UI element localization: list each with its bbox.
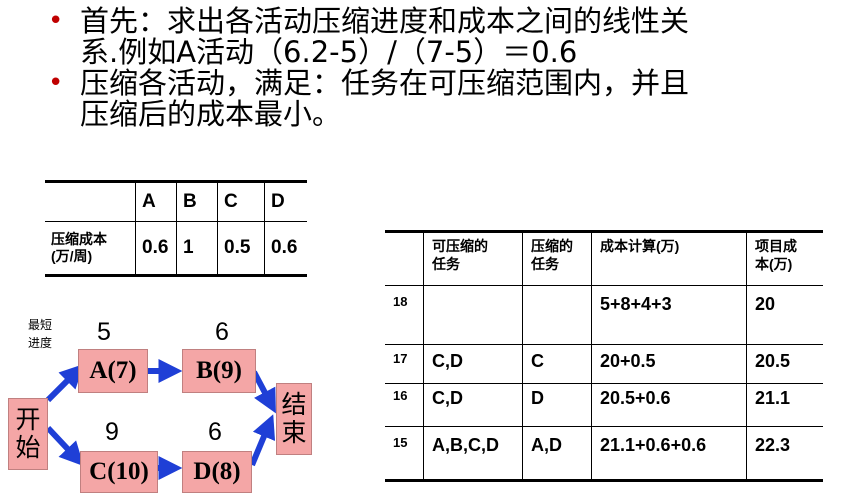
duration-c: 9 — [105, 418, 119, 446]
duration-b: 6 — [215, 318, 229, 346]
arrow-start-c — [45, 425, 84, 467]
end-char-1: 结 — [281, 390, 307, 419]
arrow-b-end — [251, 370, 276, 414]
duration-d: 6 — [208, 418, 222, 446]
end-char-2: 束 — [281, 418, 307, 447]
start-node: 开 始 — [8, 398, 48, 470]
network-arrows — [45, 359, 276, 480]
activity-b-node: B(9) — [182, 349, 256, 393]
end-node: 结 束 — [276, 383, 312, 455]
activity-d-node: D(8) — [182, 451, 252, 493]
start-char-2: 始 — [15, 433, 41, 462]
start-char-1: 开 — [15, 405, 41, 434]
duration-a: 5 — [97, 318, 111, 346]
activity-a-node: A(7) — [78, 349, 148, 393]
arrow-start-a — [45, 364, 84, 403]
arrow-d-end — [249, 414, 276, 467]
activity-c-node: C(10) — [80, 451, 158, 493]
